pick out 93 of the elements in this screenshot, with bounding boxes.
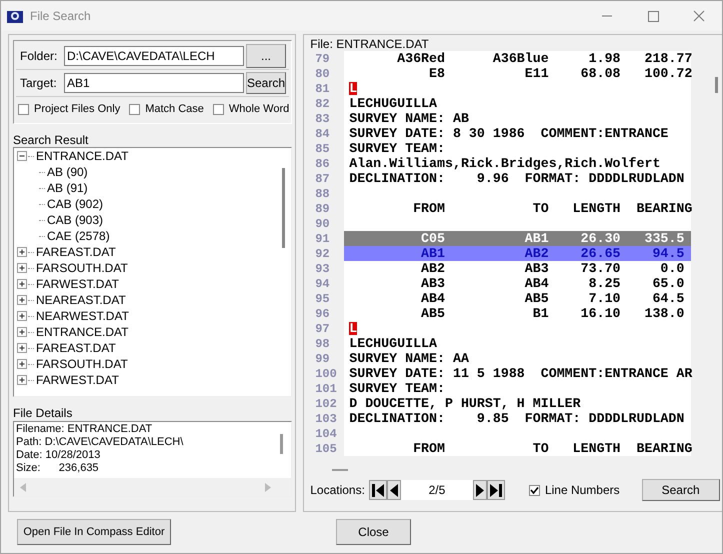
expand-icon[interactable] bbox=[17, 310, 28, 322]
tree-item[interactable]: FAREAST.DAT bbox=[36, 341, 116, 355]
line-number: 88 bbox=[314, 186, 331, 200]
expand-icon[interactable] bbox=[17, 358, 28, 370]
line-number: 79 bbox=[314, 52, 331, 66]
line-number: 104 bbox=[314, 426, 338, 440]
last-button[interactable] bbox=[486, 480, 505, 500]
locations-label: Locations: bbox=[310, 483, 365, 497]
tree-item[interactable]: AB (90) bbox=[47, 165, 88, 179]
line-number: 96 bbox=[314, 306, 331, 320]
position-field[interactable]: 2/5 bbox=[400, 480, 473, 500]
line-number: 89 bbox=[314, 202, 331, 216]
checkbox[interactable] bbox=[212, 104, 224, 114]
scrollbar-thumb[interactable] bbox=[714, 77, 718, 93]
scrollbar-thumb[interactable] bbox=[332, 469, 348, 471]
tree-item[interactable]: FARSOUTH.DAT bbox=[36, 261, 128, 275]
marker-text: L bbox=[349, 82, 358, 95]
line-number: 83 bbox=[314, 112, 331, 126]
next-button[interactable] bbox=[472, 480, 487, 500]
expand-icon[interactable] bbox=[17, 294, 28, 306]
expand-icon[interactable] bbox=[17, 262, 28, 274]
line-number: 97 bbox=[314, 322, 331, 336]
file-details-label: File Details bbox=[13, 407, 74, 420]
target-label: Target: bbox=[19, 76, 58, 90]
line-number: 86 bbox=[314, 156, 331, 170]
line-number: 80 bbox=[314, 66, 331, 80]
line-number: 84 bbox=[314, 126, 331, 140]
line-number: 102 bbox=[314, 396, 338, 410]
line-number: 93 bbox=[314, 262, 331, 276]
previous-button[interactable] bbox=[386, 480, 401, 500]
expand-icon[interactable] bbox=[17, 326, 28, 338]
folder-label: Folder: bbox=[19, 49, 58, 63]
browse-button[interactable]: ... bbox=[246, 44, 286, 68]
search-result-label: Search Result bbox=[13, 134, 90, 147]
expand-icon[interactable] bbox=[17, 374, 28, 386]
checkbox[interactable] bbox=[129, 104, 140, 114]
checkbox-label: Project Files Only bbox=[34, 103, 120, 115]
tree-item[interactable]: NEAREAST.DAT bbox=[36, 293, 126, 307]
expand-icon[interactable] bbox=[17, 278, 28, 290]
line-number: 95 bbox=[314, 292, 331, 306]
expand-icon[interactable] bbox=[17, 342, 28, 354]
search-button[interactable]: Search bbox=[246, 72, 286, 94]
tree-item[interactable]: CAB (902) bbox=[47, 197, 104, 211]
tree-item[interactable]: FARWEST.DAT bbox=[36, 277, 119, 291]
detail-text: Path: D:\CAVE\CAVEDATA\LECH\ bbox=[16, 436, 184, 449]
detail-text: Size: 236,635 bbox=[16, 462, 100, 475]
line-number: 90 bbox=[314, 216, 331, 230]
line-number: 105 bbox=[314, 442, 338, 456]
scrollbar-thumb[interactable] bbox=[280, 434, 284, 454]
line-number: 81 bbox=[314, 82, 331, 96]
tree-item[interactable]: CAB (903) bbox=[47, 213, 104, 227]
skip-back-icon bbox=[372, 484, 384, 496]
checkbox[interactable] bbox=[18, 104, 29, 114]
line-number: 101 bbox=[314, 382, 338, 396]
open-in-editor-button[interactable]: Open File In Compass Editor bbox=[17, 519, 171, 545]
forward-arrow-icon bbox=[476, 484, 484, 496]
line-number: 100 bbox=[314, 366, 338, 380]
tree-item[interactable]: ENTRANCE.DAT bbox=[36, 325, 128, 339]
checkbox-label: Whole Word bbox=[228, 103, 290, 115]
window-title: File Search bbox=[30, 9, 92, 23]
line-number: 99 bbox=[314, 352, 331, 366]
line-number: 92 bbox=[314, 246, 331, 260]
checkbox[interactable] bbox=[528, 484, 540, 496]
line-number: 103 bbox=[314, 412, 338, 426]
checkbox-label: Line Numbers bbox=[544, 483, 620, 497]
line-number: 98 bbox=[314, 336, 331, 350]
tree-item[interactable]: AB (91) bbox=[47, 181, 88, 195]
marker-text: L bbox=[349, 322, 358, 335]
tree-item[interactable]: FARSOUTH.DAT bbox=[36, 357, 128, 371]
tree-item[interactable]: FARWEST.DAT bbox=[36, 373, 119, 387]
collapse-icon[interactable] bbox=[17, 150, 28, 162]
folder-field[interactable]: D:\CAVE\CAVEDATA\LECH bbox=[64, 46, 244, 66]
tree-item[interactable]: NEARWEST.DAT bbox=[36, 309, 129, 323]
line-number: 85 bbox=[314, 142, 331, 156]
search-button[interactable]: Search bbox=[642, 479, 720, 501]
line-number: 91 bbox=[314, 232, 331, 246]
line-number: 94 bbox=[314, 276, 331, 290]
tree-item[interactable]: CAE (2578) bbox=[47, 229, 110, 243]
skip-forward-icon bbox=[490, 484, 502, 496]
line-number: 87 bbox=[314, 172, 331, 186]
line-number: 82 bbox=[314, 96, 331, 110]
target-field[interactable]: AB1 bbox=[64, 73, 244, 93]
detail-text: Date: 10/28/2013 bbox=[16, 449, 102, 462]
tree-item[interactable]: FAREAST.DAT bbox=[36, 245, 116, 259]
detail-text: Filename: ENTRANCE.DAT bbox=[16, 423, 154, 436]
expand-icon[interactable] bbox=[17, 246, 28, 258]
file-label: File: ENTRANCE.DAT bbox=[310, 38, 430, 51]
close-button[interactable]: Close bbox=[336, 519, 411, 545]
checkbox-label: Match Case bbox=[145, 103, 204, 115]
first-button[interactable] bbox=[368, 480, 387, 500]
back-arrow-icon bbox=[390, 484, 398, 496]
tree-item[interactable]: ENTRANCE.DAT bbox=[36, 149, 128, 163]
scrollbar-thumb[interactable] bbox=[282, 168, 286, 248]
